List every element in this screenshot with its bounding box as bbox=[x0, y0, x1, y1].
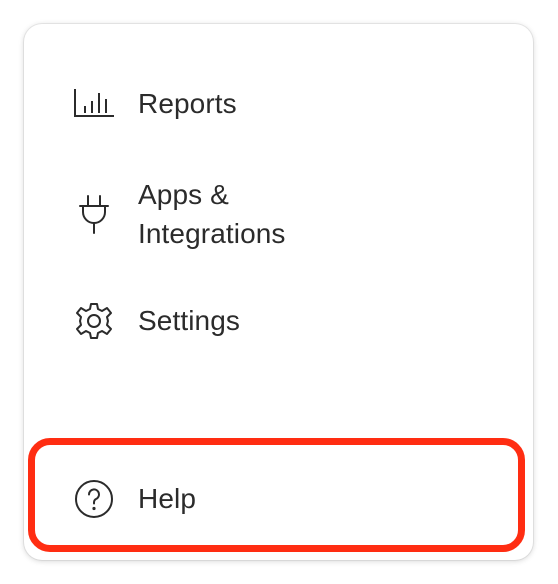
reports-chart-icon bbox=[72, 82, 116, 126]
menu-item-help[interactable]: Help bbox=[24, 477, 533, 521]
menu-item-help-label: Help bbox=[138, 483, 196, 514]
menu-item-apps-integrations[interactable]: Apps & Integrations bbox=[24, 174, 533, 254]
menu-item-settings-label: Settings bbox=[138, 305, 240, 336]
menu-item-reports-label: Reports bbox=[138, 88, 237, 119]
menu-item-apps-label-line2: Integrations bbox=[138, 218, 286, 249]
menu-item-settings[interactable]: Settings bbox=[24, 299, 533, 343]
menu-item-apps-label-line1: Apps & bbox=[138, 179, 229, 210]
navigation-menu-panel: Reports Apps & Integrations Settings Hel… bbox=[24, 24, 533, 560]
menu-item-apps-label: Apps & Integrations bbox=[138, 175, 358, 253]
gear-icon bbox=[72, 299, 116, 343]
menu-item-reports[interactable]: Reports bbox=[24, 82, 533, 126]
question-circle-icon bbox=[72, 477, 116, 521]
plug-icon bbox=[72, 192, 116, 236]
